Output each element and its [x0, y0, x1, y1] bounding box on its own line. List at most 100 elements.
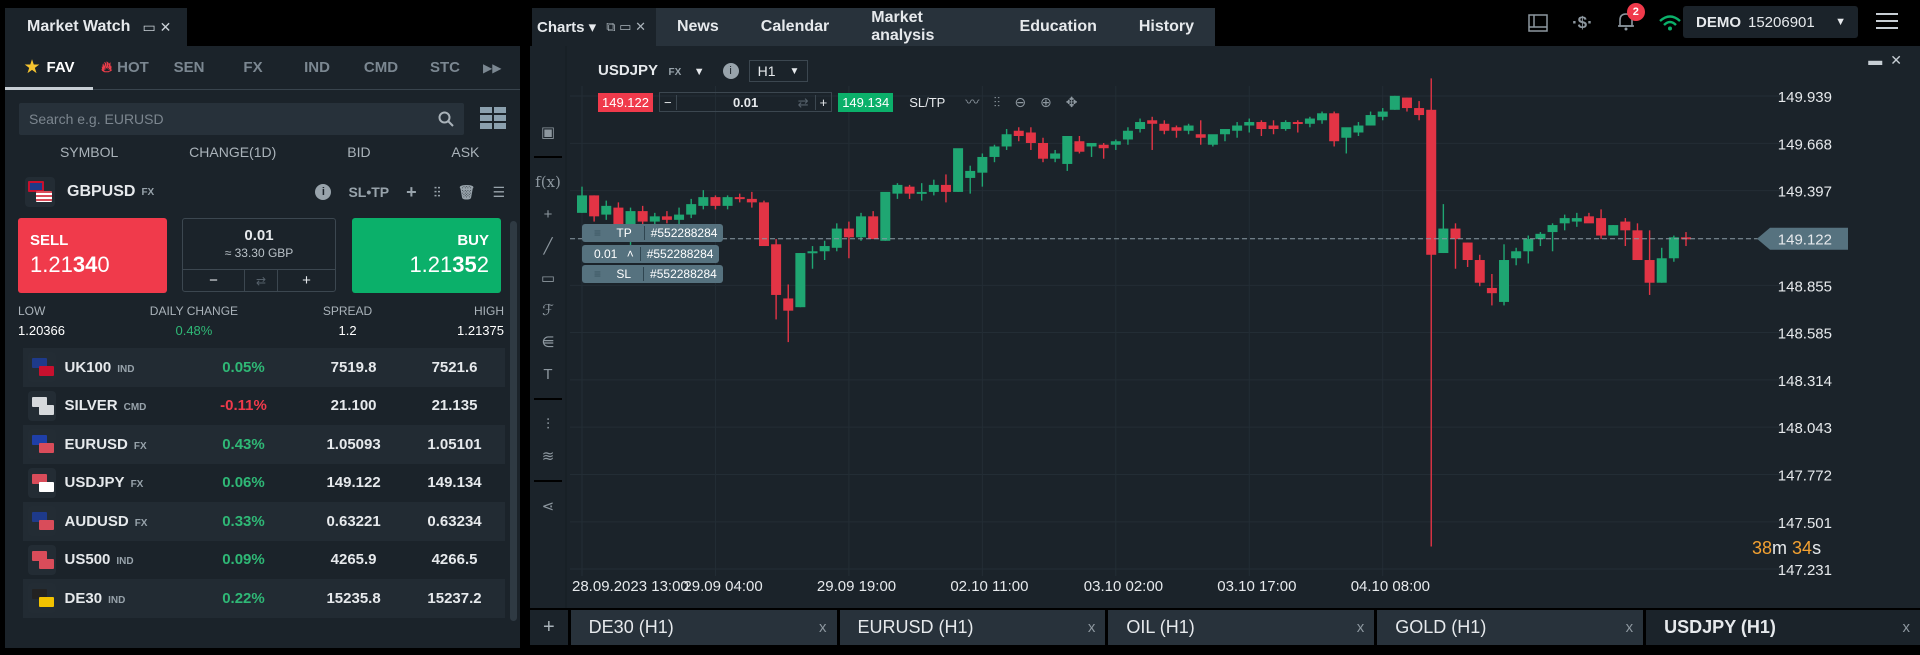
- chart-symbol-select[interactable]: USDJPY FX ▼: [598, 62, 705, 80]
- chart-tab[interactable]: GOLD (H1) x: [1377, 610, 1644, 645]
- instrument-ask[interactable]: 4266.5: [404, 551, 505, 568]
- close-icon[interactable]: x: [1902, 619, 1910, 636]
- search-icon[interactable]: [438, 111, 454, 127]
- column-bid[interactable]: BID: [292, 144, 426, 168]
- instrument-row[interactable]: US500 IND 0.09% 4265.9 4266.5: [23, 541, 505, 580]
- tab-history[interactable]: History: [1118, 18, 1215, 36]
- sell-button[interactable]: SELL 1.21340: [18, 218, 167, 293]
- close-icon[interactable]: ✕: [635, 19, 646, 34]
- position-tag[interactable]: 0.01 ˄ #552288284: [582, 245, 720, 263]
- chart-volume-plus[interactable]: +: [816, 95, 832, 110]
- tab-market-analysis[interactable]: Market analysis: [850, 9, 998, 45]
- candlestick-icon[interactable]: ⫶⫶: [434, 184, 441, 201]
- volume-value[interactable]: 0.01: [183, 227, 335, 244]
- trendline-icon[interactable]: ╱: [530, 230, 566, 262]
- chart-volume-value[interactable]: 0.01 ⇄: [675, 94, 816, 110]
- instrument-ask[interactable]: 15237.2: [404, 590, 505, 607]
- swap-icon[interactable]: ⇄: [245, 270, 278, 291]
- instrument-bid[interactable]: 149.122: [303, 474, 404, 491]
- layers-icon[interactable]: ≋: [530, 440, 566, 472]
- tab-hot[interactable]: 🔥︎ HOT: [93, 59, 157, 76]
- instrument-row[interactable]: AUDUSD FX 0.33% 0.63221 0.63234: [23, 502, 505, 541]
- tab-sen[interactable]: SEN: [157, 59, 221, 76]
- chart-tab[interactable]: DE30 (H1) x: [570, 610, 837, 645]
- tab-stc[interactable]: STC: [413, 59, 477, 76]
- tab-fx[interactable]: FX: [221, 59, 285, 76]
- instrument-bid[interactable]: 0.63221: [303, 513, 404, 530]
- tab-cmd[interactable]: CMD: [349, 59, 413, 76]
- tab-ind[interactable]: IND: [285, 59, 349, 76]
- account-selector[interactable]: DEMO 15206901 ▼: [1683, 6, 1858, 38]
- instrument-ask[interactable]: 21.135: [404, 397, 505, 414]
- share-icon[interactable]: ⋖: [530, 490, 566, 522]
- volume-minus-button[interactable]: −: [183, 270, 245, 291]
- close-icon[interactable]: x: [1357, 619, 1365, 636]
- instrument-bid[interactable]: 21.100: [303, 397, 404, 414]
- notifications-button[interactable]: 2: [1617, 2, 1645, 36]
- hamburger-menu-icon[interactable]: [1876, 13, 1898, 29]
- text-icon[interactable]: T: [530, 358, 566, 390]
- indicators-icon[interactable]: f(x): [530, 166, 566, 198]
- info-icon[interactable]: i: [722, 63, 739, 79]
- instrument-row[interactable]: DE30 IND 0.22% 15235.8 15237.2: [23, 579, 505, 618]
- scrollbar[interactable]: [510, 221, 517, 621]
- column-ask[interactable]: ASK: [426, 144, 505, 168]
- instrument-row[interactable]: SILVER CMD -0.11% 21.100 21.135: [23, 387, 505, 426]
- close-icon[interactable]: ✕: [160, 19, 172, 35]
- chart-volume-minus[interactable]: −: [660, 95, 676, 110]
- candlestick-chart[interactable]: 149.939 149.668 149.397 149.122 148.855 148.5…: [530, 46, 1920, 608]
- zoom-out-icon[interactable]: ⊖: [1014, 94, 1026, 111]
- instrument-ask[interactable]: 149.134: [404, 474, 505, 491]
- instrument-row[interactable]: USDJPY FX 0.06% 149.122 149.134: [23, 464, 505, 503]
- stop-loss-tag[interactable]: ≡ SL #552288284: [582, 265, 723, 283]
- instrument-ask[interactable]: 7521.6: [404, 359, 505, 376]
- tab-fav[interactable]: ★ FAV: [5, 56, 93, 79]
- chart-type-icon[interactable]: ▣: [530, 116, 566, 148]
- close-icon[interactable]: x: [1626, 619, 1634, 636]
- instrument-bid[interactable]: 1.05093: [303, 436, 404, 453]
- buy-button[interactable]: BUY 1.21352: [352, 218, 501, 293]
- rectangle-icon[interactable]: ▭: [530, 262, 566, 294]
- layout-grid-icon[interactable]: [480, 107, 506, 129]
- fibonacci-icon[interactable]: ℱ: [530, 294, 566, 326]
- chart-buy-button[interactable]: 149.134: [838, 92, 894, 112]
- dollar-transfer-icon[interactable]: ·$·: [1572, 13, 1593, 33]
- maximize-icon[interactable]: ▭: [142, 19, 155, 35]
- zoom-in-icon[interactable]: ⊕: [1040, 94, 1052, 111]
- info-icon[interactable]: i: [315, 184, 332, 200]
- column-symbol[interactable]: SYMBOL: [5, 144, 173, 168]
- trash-icon[interactable]: 🗑︎: [458, 184, 476, 201]
- more-tabs-icon[interactable]: ▶▶: [483, 61, 501, 75]
- minimize-icon[interactable]: ▬: [1868, 52, 1882, 69]
- volume-plus-button[interactable]: +: [278, 270, 335, 291]
- tab-calendar[interactable]: Calendar: [740, 18, 850, 36]
- column-change[interactable]: CHANGE(1D): [173, 144, 292, 168]
- plus-icon[interactable]: +: [406, 182, 417, 203]
- close-icon[interactable]: x: [819, 619, 827, 636]
- add-list-icon[interactable]: ☰: [492, 184, 505, 201]
- close-icon[interactable]: x: [1088, 619, 1096, 636]
- popout-icon[interactable]: ⧉: [606, 19, 615, 34]
- layout-icon[interactable]: [1528, 14, 1548, 32]
- sl-tp-button[interactable]: SL•TP: [348, 184, 389, 200]
- instrument-ask[interactable]: 0.63234: [404, 513, 505, 530]
- candlestick-icon[interactable]: ⫶⫶: [993, 94, 1000, 111]
- move-icon[interactable]: ✥: [1066, 94, 1078, 111]
- instrument-ask[interactable]: 1.05101: [404, 436, 505, 453]
- chart-tab[interactable]: EURUSD (H1) x: [839, 610, 1106, 645]
- search-input[interactable]: [29, 111, 438, 127]
- candles-settings-icon[interactable]: ⫶: [530, 408, 566, 440]
- close-icon[interactable]: ✕: [1890, 52, 1902, 69]
- instrument-bid[interactable]: 15235.8: [303, 590, 404, 607]
- chart-tab[interactable]: USDJPY (H1) x: [1646, 610, 1920, 645]
- line-chart-icon[interactable]: 〰: [965, 92, 979, 112]
- tab-charts[interactable]: Charts ▾ ⧉ ▭ ✕: [532, 8, 656, 46]
- tab-news[interactable]: News: [656, 18, 740, 36]
- instrument-bid[interactable]: 4265.9: [303, 551, 404, 568]
- timeframe-select[interactable]: H1 ▼: [748, 60, 809, 82]
- chart-tab[interactable]: OIL (H1) x: [1108, 610, 1375, 645]
- chart-sell-button[interactable]: 149.122: [598, 92, 653, 112]
- sl-tp-button[interactable]: SL/TP: [909, 95, 945, 110]
- add-chart-button[interactable]: +: [530, 610, 568, 645]
- pitchfork-icon[interactable]: ⋹: [530, 326, 566, 358]
